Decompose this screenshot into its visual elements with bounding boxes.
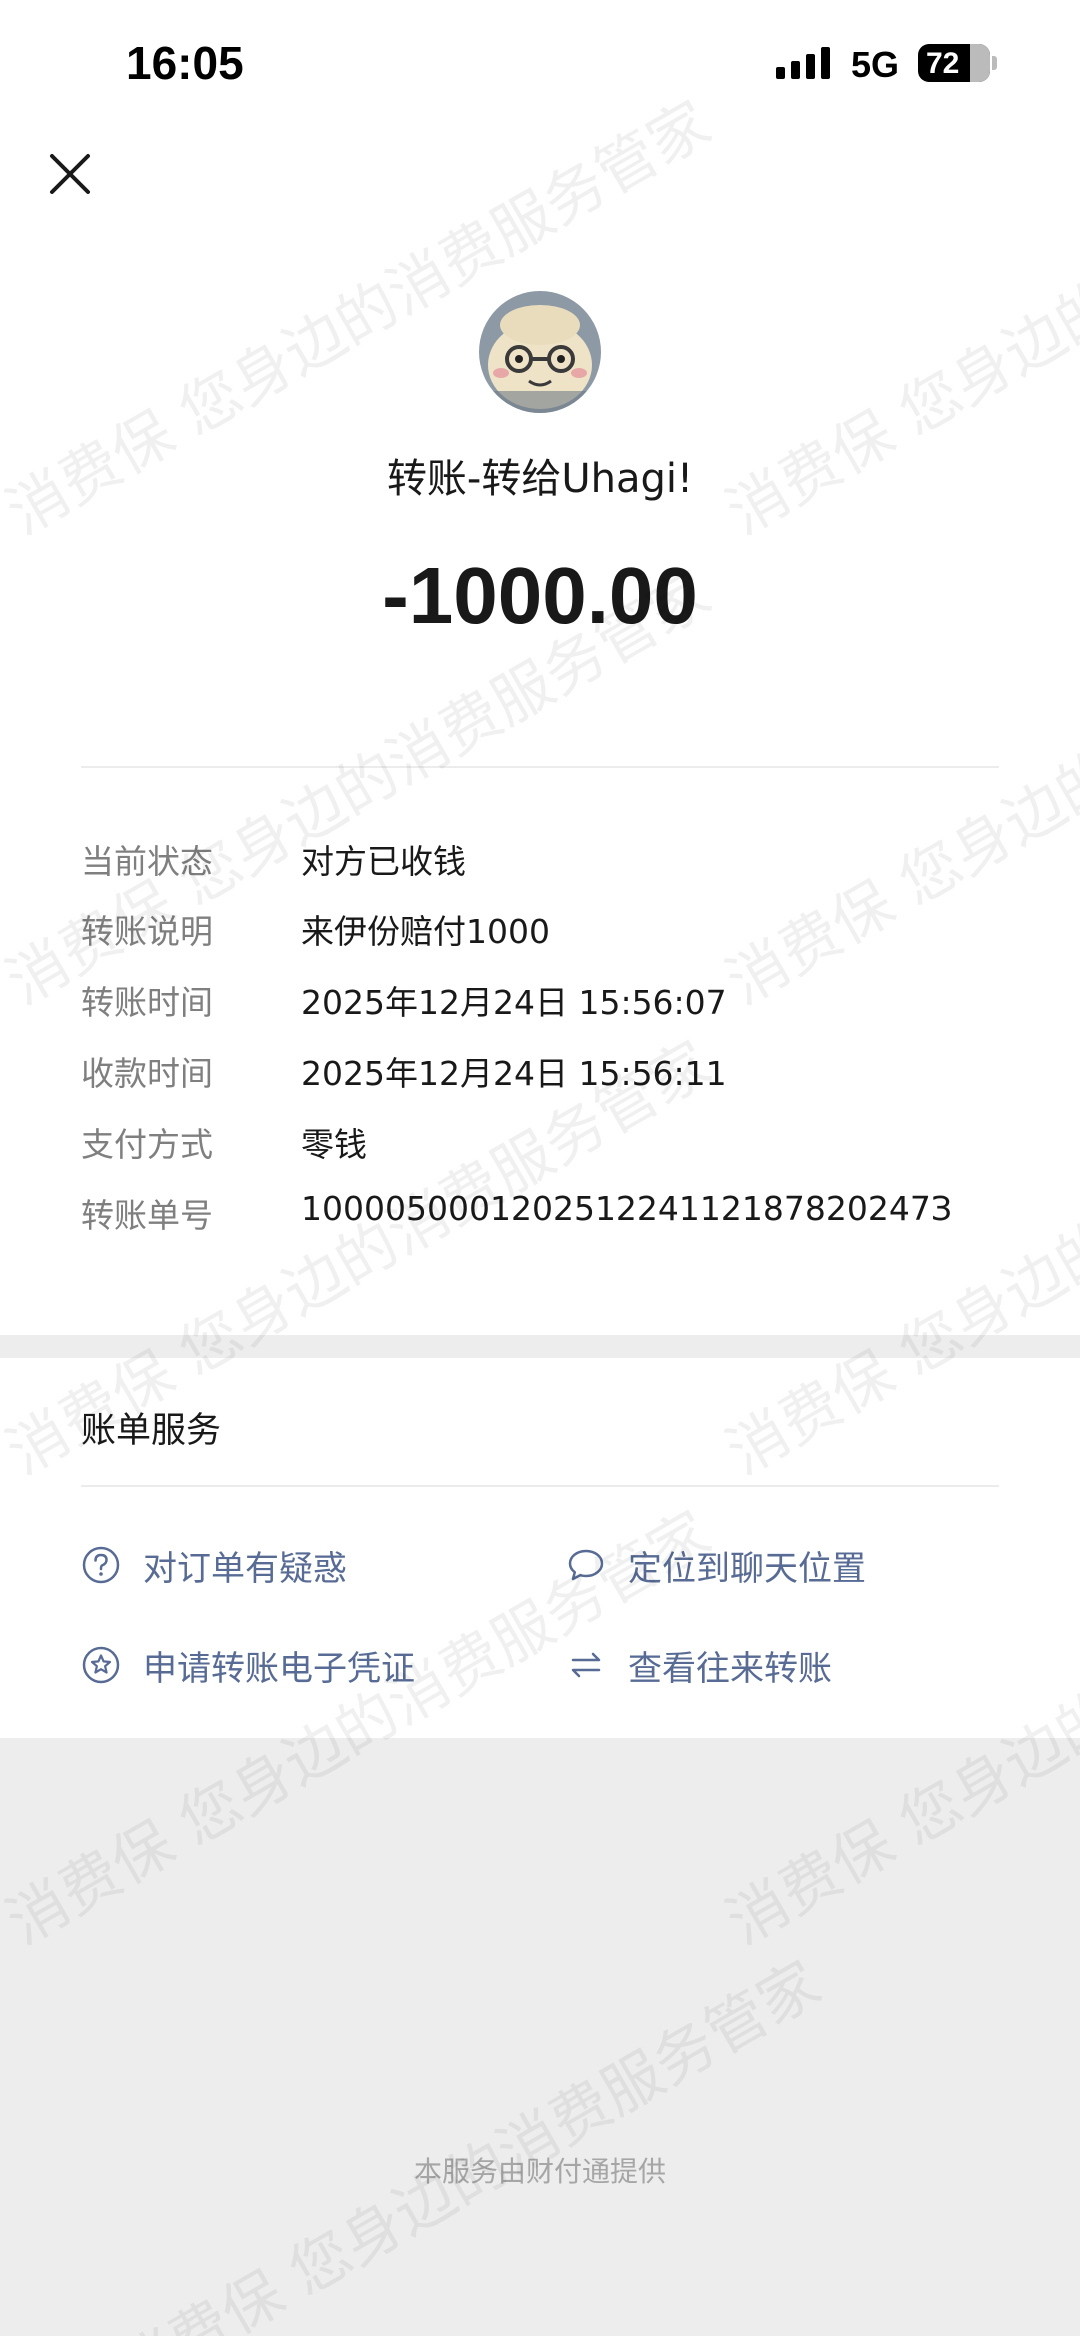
- detail-row-receive-time: 收款时间 2025年12月24日 15:56:11: [81, 1047, 1041, 1097]
- transfer-title: 转账-转给Uhagi!: [386, 456, 694, 502]
- detail-label: 当前状态: [81, 842, 213, 881]
- detail-value: 对方已收钱: [301, 842, 466, 881]
- avatar[interactable]: [479, 291, 601, 413]
- avatar-image: [479, 291, 601, 413]
- detail-value: 2025年12月24日 15:56:11: [301, 1054, 727, 1093]
- divider: [81, 1485, 999, 1487]
- detail-row-transfer-time: 转账时间 2025年12月24日 15:56:07: [81, 976, 1041, 1026]
- detail-label: 支付方式: [81, 1125, 213, 1164]
- watermark-text: 消费保 您身边的消费服务管家: [105, 1948, 833, 2336]
- star-badge-icon: [82, 1646, 120, 1684]
- detail-row-status: 当前状态 对方已收钱: [81, 835, 1041, 885]
- battery-level: 72: [926, 47, 960, 80]
- status-time: 16:05: [126, 37, 244, 89]
- e-voucher-button[interactable]: 申请转账电子凭证: [81, 1640, 415, 1690]
- detail-value[interactable]: 100005000120251224112187820247З: [301, 1189, 952, 1228]
- battery-icon: 72: [918, 44, 990, 82]
- detail-label: 收款时间: [81, 1054, 213, 1093]
- detail-row-payment-method: 支付方式 零钱: [81, 1118, 1041, 1168]
- detail-row-note: 转账说明 来伊份赔付1000: [81, 905, 1041, 955]
- service-label: 定位到聊天位置: [628, 1548, 866, 1589]
- view-transfers-button[interactable]: 查看往来转账: [566, 1640, 832, 1690]
- locate-chat-button[interactable]: 定位到聊天位置: [566, 1540, 866, 1590]
- detail-label: 转账说明: [81, 912, 213, 951]
- detail-value: 2025年12月24日 15:56:07: [301, 983, 727, 1022]
- transfer-amount: -1000.00: [382, 551, 698, 640]
- detail-row-transfer-number: 转账单号 100005000120251224112187820247З: [81, 1189, 1041, 1239]
- divider: [81, 766, 999, 768]
- question-circle-icon: [82, 1546, 120, 1584]
- close-icon[interactable]: [46, 150, 94, 198]
- service-label: 查看往来转账: [628, 1648, 832, 1689]
- provider-footer: 本服务由财付通提供: [413, 2155, 666, 2188]
- detail-value: 零钱: [301, 1125, 367, 1164]
- detail-value: 来伊份赔付1000: [301, 912, 550, 951]
- swap-arrows-icon: [571, 1652, 601, 1678]
- battery-tip: [992, 56, 997, 70]
- detail-label: 转账时间: [81, 983, 213, 1022]
- signal-icon: [776, 47, 830, 79]
- service-label: 申请转账电子凭证: [143, 1648, 415, 1689]
- bill-service-heading: 账单服务: [81, 1411, 222, 1451]
- network-type: 5G: [851, 44, 900, 85]
- service-label: 对订单有疑惑: [143, 1548, 347, 1589]
- chat-bubble-icon: [568, 1549, 604, 1581]
- order-question-button[interactable]: 对订单有疑惑: [81, 1540, 347, 1590]
- detail-label: 转账单号: [81, 1196, 213, 1235]
